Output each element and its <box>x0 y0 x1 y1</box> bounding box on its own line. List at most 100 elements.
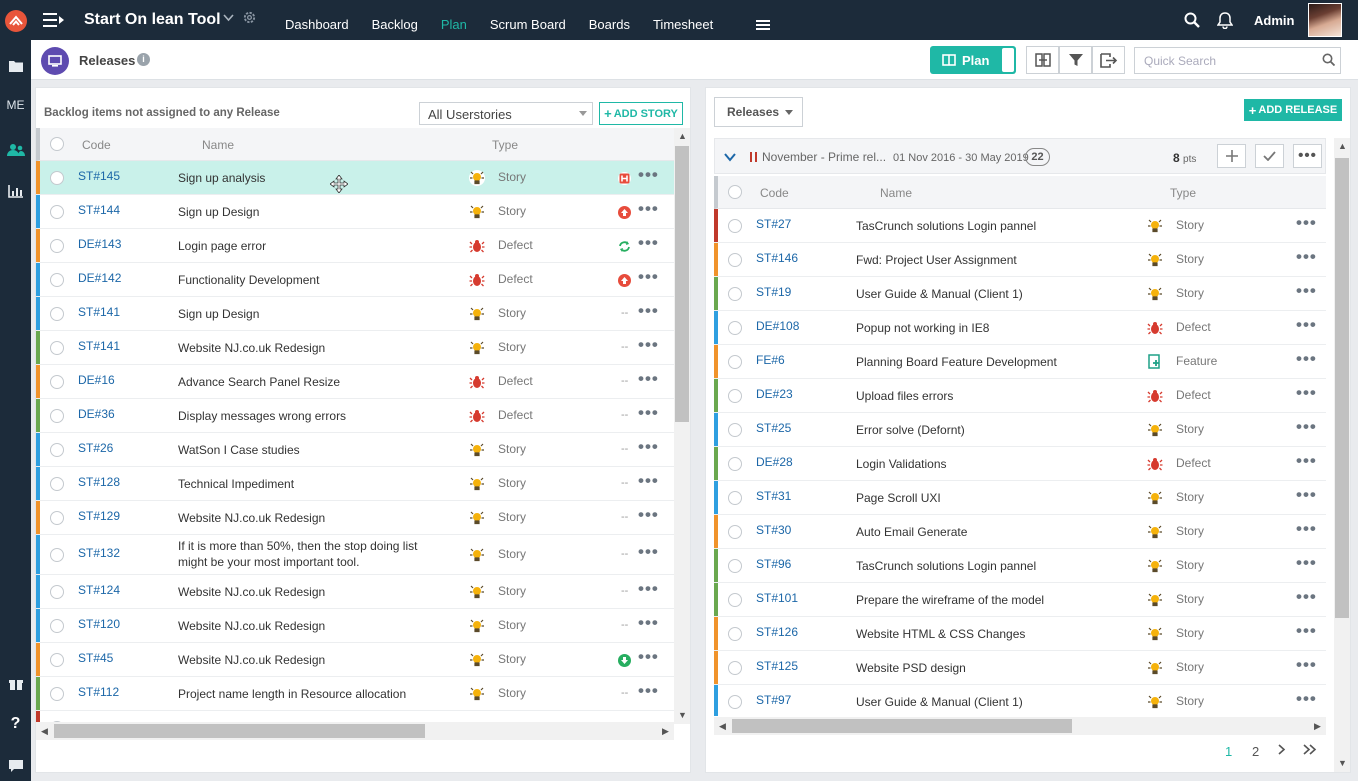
scroll-up-icon[interactable]: ▲ <box>678 131 687 141</box>
gear-icon[interactable] <box>242 10 257 28</box>
table-row[interactable]: ST#101 Prepare the wireframe of the model… <box>714 583 1326 617</box>
row-more-icon[interactable]: ••• <box>638 234 659 251</box>
menu-toggle-icon[interactable] <box>43 12 65 28</box>
item-code-link[interactable]: ST#128 <box>78 475 120 489</box>
item-name[interactable]: User Guide & Manual (Client 1) <box>856 694 1128 710</box>
chevron-down-icon[interactable] <box>223 11 234 25</box>
row-more-icon[interactable]: ••• <box>638 682 659 699</box>
scroll-thumb[interactable] <box>732 719 1072 733</box>
bell-icon[interactable] <box>1216 11 1234 32</box>
row-checkbox[interactable] <box>50 477 64 491</box>
chevron-down-icon[interactable] <box>724 150 736 165</box>
table-row[interactable]: ST#96 TasCrunch solutions Login pannel Sto… <box>714 549 1326 583</box>
item-name[interactable]: Technical Impediment <box>178 476 450 492</box>
item-name[interactable]: Website NJ.co.uk Redesign <box>178 652 450 668</box>
item-code-link[interactable]: ST#101 <box>756 591 798 605</box>
row-more-icon[interactable]: ••• <box>1296 452 1317 469</box>
table-row[interactable]: ST#124 Website NJ.co.uk Redesign Story -- ••… <box>36 575 674 609</box>
row-more-icon[interactable]: ••• <box>1296 656 1317 673</box>
nav-boards[interactable]: Boards <box>589 0 630 40</box>
item-code-link[interactable]: ST#19 <box>756 285 791 299</box>
item-code-link[interactable]: FE#6 <box>756 353 785 367</box>
row-more-icon[interactable]: ••• <box>1296 554 1317 571</box>
row-checkbox[interactable] <box>728 219 742 233</box>
folder-icon[interactable] <box>0 51 31 81</box>
col-name[interactable]: Name <box>202 138 234 152</box>
add-story-button[interactable]: + ADD STORY <box>599 102 683 125</box>
add-release-button[interactable]: + ADD RELEASE <box>1244 99 1342 121</box>
backlog-vertical-scrollbar[interactable]: ▲ ▼ <box>674 128 690 724</box>
row-checkbox[interactable] <box>728 491 742 505</box>
item-name[interactable]: Login Validations <box>856 456 1128 472</box>
row-more-icon[interactable]: ••• <box>638 614 659 631</box>
item-code-link[interactable]: ST#145 <box>78 169 120 183</box>
row-more-icon[interactable]: ••• <box>638 336 659 353</box>
scroll-down-icon[interactable]: ▼ <box>678 710 687 720</box>
item-name[interactable]: Popup not working in IE8 <box>856 320 1128 336</box>
row-checkbox[interactable] <box>50 443 64 457</box>
item-name[interactable]: Website NJ.co.uk Redesign <box>178 618 450 634</box>
nav-dashboard[interactable]: Dashboard <box>285 0 349 40</box>
release-group-header[interactable]: November - Prime rel... 01 Nov 2016 - 30… <box>714 138 1326 174</box>
select-all-checkbox[interactable] <box>728 185 742 199</box>
row-more-icon[interactable]: ••• <box>1296 384 1317 401</box>
item-name[interactable]: Advance Search Panel Resize <box>178 374 450 390</box>
item-code-link[interactable]: ST#125 <box>756 659 798 673</box>
table-row[interactable]: ST#129 Website NJ.co.uk Redesign Story -- ••… <box>36 501 674 535</box>
item-name[interactable]: Auto Email Generate <box>856 524 1128 540</box>
more-menu-icon[interactable] <box>756 19 770 31</box>
row-checkbox[interactable] <box>50 619 64 633</box>
search-icon[interactable] <box>1322 53 1336 69</box>
item-code-link[interactable]: DE#16 <box>78 373 115 387</box>
row-checkbox[interactable] <box>728 321 742 335</box>
table-row[interactable]: DE#23 Upload files errors Defect ••• <box>714 379 1326 413</box>
table-row[interactable]: ST#125 Website PSD design Story ••• <box>714 651 1326 685</box>
scroll-thumb[interactable] <box>675 146 689 422</box>
quick-search-input[interactable] <box>1134 47 1341 74</box>
item-code-link[interactable]: ST#126 <box>756 625 798 639</box>
item-code-link[interactable]: ST#124 <box>78 583 120 597</box>
row-checkbox[interactable] <box>50 307 64 321</box>
row-more-icon[interactable]: ••• <box>1296 418 1317 435</box>
item-code-link[interactable]: DE#143 <box>78 237 121 251</box>
page-1[interactable]: 1 <box>1225 744 1232 759</box>
row-more-icon[interactable]: ••• <box>638 302 659 319</box>
chat-icon[interactable] <box>0 752 31 780</box>
row-checkbox[interactable] <box>50 273 64 287</box>
item-code-link[interactable]: ST#96 <box>756 557 791 571</box>
item-code-link[interactable]: ST#112 <box>78 685 119 699</box>
item-name[interactable]: TasCrunch solutions Login pannel <box>856 218 1128 234</box>
col-code[interactable]: Code <box>82 138 111 152</box>
item-code-link[interactable]: ST#31 <box>756 489 791 503</box>
row-checkbox[interactable] <box>50 409 64 423</box>
item-name[interactable]: Sign up Design <box>178 204 450 220</box>
page-2[interactable]: 2 <box>1252 744 1259 759</box>
row-more-icon[interactable]: ••• <box>638 472 659 489</box>
row-checkbox[interactable] <box>728 423 742 437</box>
user-name[interactable]: Admin <box>1254 13 1294 28</box>
plan-toggle-button[interactable]: Plan <box>930 46 1016 74</box>
row-checkbox[interactable] <box>50 511 64 525</box>
row-more-icon[interactable]: ••• <box>1296 282 1317 299</box>
row-checkbox[interactable] <box>50 239 64 253</box>
table-row[interactable]: ST#112 Project name length in Resource al… <box>36 677 674 711</box>
table-row[interactable]: ST#141 Website NJ.co.uk Redesign Story -- ••… <box>36 331 674 365</box>
help-icon[interactable]: ? <box>0 710 31 738</box>
item-name[interactable]: TasCrunch solutions Login pannel <box>856 558 1128 574</box>
item-name[interactable]: Display messages wrong errors <box>178 408 450 424</box>
table-row[interactable]: ST#126 Website HTML & CSS Changes Story ••• <box>714 617 1326 651</box>
select-all-checkbox[interactable] <box>50 137 64 151</box>
releases-dropdown[interactable]: Releases <box>714 97 803 127</box>
item-code-link[interactable]: DE#108 <box>756 319 799 333</box>
table-row[interactable]: ST#146 Fwd: Project User Assignment Story •… <box>714 243 1326 277</box>
table-row[interactable]: ST#120 Website NJ.co.uk Redesign Story -- ••… <box>36 609 674 643</box>
item-code-link[interactable]: ST#132 <box>78 546 120 560</box>
item-name[interactable]: User Guide & Manual (Client 1) <box>856 286 1128 302</box>
table-row[interactable]: ST#128 Technical Impediment Story -- ••• <box>36 467 674 501</box>
row-checkbox[interactable] <box>50 653 64 667</box>
row-more-icon[interactable]: ••• <box>1296 520 1317 537</box>
item-name[interactable]: If it is more than 50%, then the stop do… <box>178 538 450 570</box>
table-row[interactable]: DE#28 Login Validations Defect ••• <box>714 447 1326 481</box>
table-row[interactable]: ST#97 User Guide & Manual (Client 1) Story… <box>714 685 1326 716</box>
table-row[interactable]: FE#6 Planning Board Feature Development Fe… <box>714 345 1326 379</box>
